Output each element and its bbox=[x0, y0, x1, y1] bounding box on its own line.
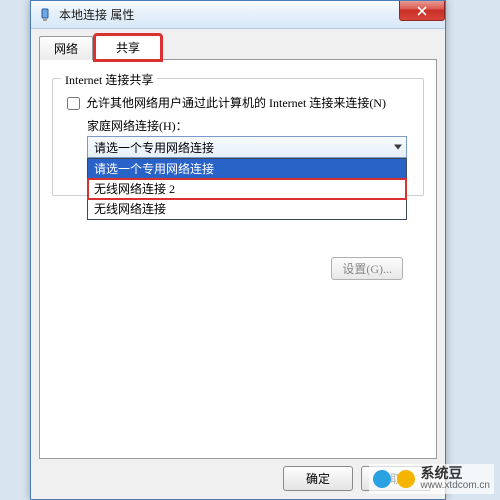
ok-button[interactable]: 确定 bbox=[283, 466, 353, 491]
dropdown-option[interactable]: 无线网络连接 bbox=[88, 199, 406, 219]
network-adapter-icon bbox=[37, 7, 53, 23]
home-connection-dropdown-wrap: 请选一个专用网络连接 请选一个专用网络连接 无线网络连接 2 无线网络连接 bbox=[87, 136, 407, 158]
allow-sharing-row: 允许其他网络用户通过此计算机的 Internet 连接来连接(N) bbox=[67, 95, 413, 111]
tab-sharing[interactable]: 共享 bbox=[95, 35, 161, 60]
logo-dot-blue-icon bbox=[373, 470, 391, 488]
dropdown-option[interactable]: 请选一个专用网络连接 bbox=[88, 159, 406, 179]
window-title: 本地连接 属性 bbox=[59, 6, 134, 23]
watermark: 系统豆 www.xtdcom.cn bbox=[369, 464, 494, 494]
allow-sharing-label: 允许其他网络用户通过此计算机的 Internet 连接来连接(N) bbox=[86, 95, 386, 111]
settings-button[interactable]: 设置(G)... bbox=[331, 257, 403, 280]
properties-dialog: 本地连接 属性 网络 共享 Internet 连接共享 允许其他网络用户通过此计… bbox=[30, 0, 446, 500]
home-connection-dropdown[interactable]: 请选一个专用网络连接 bbox=[87, 136, 407, 158]
tab-page-sharing: Internet 连接共享 允许其他网络用户通过此计算机的 Internet 连… bbox=[39, 59, 437, 459]
watermark-text-wrap: 系统豆 www.xtdcom.cn bbox=[421, 466, 490, 492]
client-area: 网络 共享 Internet 连接共享 允许其他网络用户通过此计算机的 Inte… bbox=[31, 29, 445, 467]
chevron-down-icon bbox=[394, 145, 402, 150]
home-connection-label: 家庭网络连接(H)： bbox=[87, 117, 413, 134]
titlebar[interactable]: 本地连接 属性 bbox=[31, 1, 445, 29]
group-legend: Internet 连接共享 bbox=[61, 71, 157, 88]
watermark-brand: 系统豆 bbox=[421, 466, 490, 480]
dropdown-selected-text: 请选一个专用网络连接 bbox=[94, 139, 214, 156]
group-ics: Internet 连接共享 允许其他网络用户通过此计算机的 Internet 连… bbox=[52, 78, 424, 196]
watermark-url: www.xtdcom.cn bbox=[421, 480, 490, 492]
logo-dot-yellow-icon bbox=[397, 470, 415, 488]
tab-network[interactable]: 网络 bbox=[39, 36, 93, 60]
tab-strip: 网络 共享 bbox=[39, 35, 437, 59]
dropdown-list: 请选一个专用网络连接 无线网络连接 2 无线网络连接 bbox=[87, 158, 407, 220]
dropdown-option[interactable]: 无线网络连接 2 bbox=[88, 179, 406, 199]
close-button[interactable] bbox=[399, 1, 445, 21]
allow-sharing-checkbox[interactable] bbox=[67, 97, 80, 110]
